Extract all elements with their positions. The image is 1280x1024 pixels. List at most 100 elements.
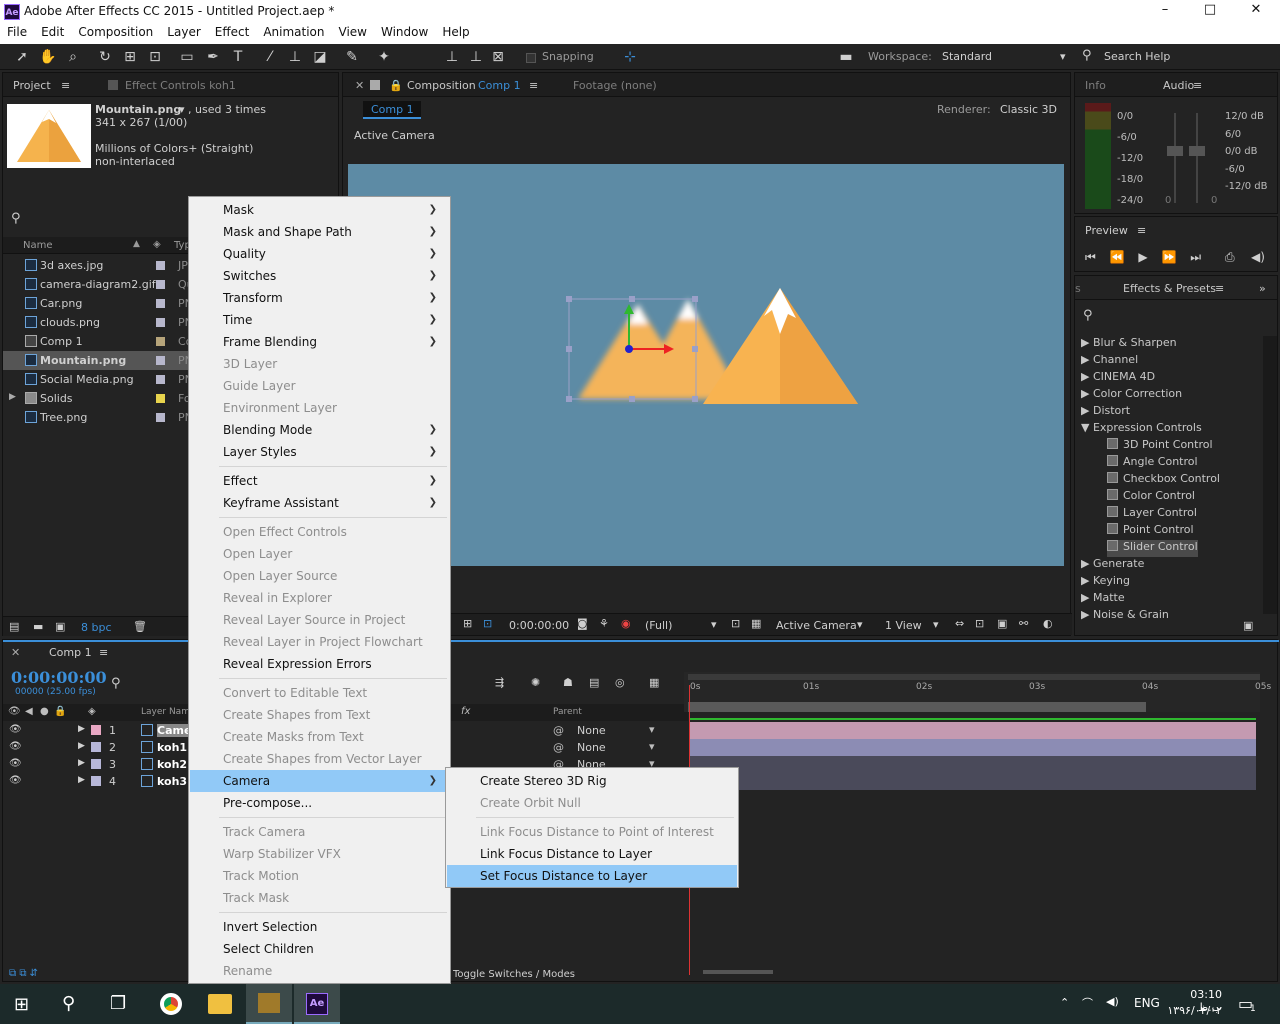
language-indicator[interactable]: ENG xyxy=(1134,996,1160,1010)
layer-bar-koh1[interactable] xyxy=(689,739,1256,756)
visibility-eye-icon[interactable]: 👁 xyxy=(9,758,22,769)
effect-category[interactable]: ▶ Keying xyxy=(1081,574,1130,591)
comp-viewer[interactable] xyxy=(348,164,1064,566)
type-tool-icon[interactable]: T xyxy=(228,47,248,67)
motion-blur-icon[interactable]: ◎ xyxy=(615,676,625,689)
panel-menu-icon[interactable]: ≡ xyxy=(61,79,70,92)
snap-icon[interactable]: ⊹ xyxy=(620,47,640,67)
zoom-slider[interactable] xyxy=(703,970,773,974)
project-item[interactable]: ▶ Solids Fo xyxy=(3,389,191,408)
tab-effects-presets[interactable]: Effects & Presets xyxy=(1123,282,1216,295)
volume-icon[interactable]: ◀) xyxy=(1106,995,1119,1008)
collapsed-arrow-icon[interactable]: ▶ xyxy=(1081,336,1093,349)
new-folder-icon[interactable]: ▬ xyxy=(33,620,43,633)
zoom-tool-icon[interactable]: ⌕ xyxy=(63,47,83,67)
effect-item[interactable]: Point Control xyxy=(1107,523,1194,540)
parent-select[interactable]: @ None ▾ xyxy=(553,722,663,739)
selection-tool-icon[interactable]: ➚ xyxy=(12,47,32,67)
roto-brush-tool-icon[interactable]: ✎ xyxy=(342,47,362,67)
menu-composition[interactable]: Composition xyxy=(71,24,160,44)
tab-preview[interactable]: Preview xyxy=(1085,224,1128,237)
label-color-swatch[interactable] xyxy=(156,394,165,403)
menu-item-blending-mode[interactable]: Blending Mode ❯ xyxy=(190,419,449,441)
project-item[interactable]: Social Media.png PN xyxy=(3,370,193,389)
windows-start-icon[interactable]: ⊞ xyxy=(14,994,29,1015)
menu-item-mask-and-shape-path[interactable]: Mask and Shape Path ❯ xyxy=(190,221,449,243)
menu-item-link-focus-distance-to-layer[interactable]: Link Focus Distance to Layer xyxy=(447,843,737,865)
effect-item[interactable]: Color Control xyxy=(1107,489,1195,506)
collapsed-arrow-icon[interactable]: ▶ xyxy=(1081,370,1093,383)
effect-category[interactable]: ▶ Generate xyxy=(1081,557,1144,574)
close-tab-icon[interactable]: ✕ xyxy=(355,79,364,92)
collapsed-arrow-icon[interactable]: ▶ xyxy=(1081,574,1093,587)
transparency-grid-icon[interactable]: ⊡ xyxy=(483,617,492,630)
frame-blending-icon[interactable]: ▤ xyxy=(589,676,599,689)
visibility-eye-icon[interactable]: 👁 xyxy=(9,741,22,752)
visibility-eye-icon[interactable]: 👁 xyxy=(9,775,22,786)
timeline-layer-row[interactable]: 👁 ▶ 3 koh2 xyxy=(3,756,191,773)
effect-item[interactable]: Checkbox Control xyxy=(1107,472,1220,489)
menu-item-reveal-expression-errors[interactable]: Reveal Expression Errors xyxy=(190,653,449,675)
effect-category[interactable]: ▶ Channel xyxy=(1081,353,1138,370)
work-area[interactable] xyxy=(688,702,1146,712)
camera-tool-icon[interactable]: ⊞ xyxy=(120,47,140,67)
effect-category[interactable]: ▶ Blur & Sharpen xyxy=(1081,336,1177,353)
current-time-display[interactable]: 0:00:00:00 xyxy=(509,619,569,632)
effect-category[interactable]: ▶ CINEMA 4D xyxy=(1081,370,1155,387)
menu-item-set-focus-distance-to-layer[interactable]: Set Focus Distance to Layer xyxy=(447,865,737,887)
camera-view-select[interactable]: Active Camera xyxy=(776,619,857,632)
pan-behind-tool-icon[interactable]: ⊡ xyxy=(145,47,165,67)
layer-bar-koh2[interactable] xyxy=(689,756,1256,773)
label-color-swatch[interactable] xyxy=(156,413,165,422)
label-color-swatch[interactable] xyxy=(156,261,165,270)
last-frame-icon[interactable]: ⏭ xyxy=(1190,250,1201,264)
timeline-layer-row[interactable]: 👁 ▶ 1 Came xyxy=(3,722,192,739)
views-chevron-icon[interactable]: ▾ xyxy=(933,618,939,631)
menu-item-switches[interactable]: Switches ❯ xyxy=(190,265,449,287)
project-item[interactable]: camera-diagram2.gif Qu xyxy=(3,275,194,294)
time-ruler[interactable]: 0s 01s 02s 03s 04s 05s xyxy=(684,672,1271,712)
expand-arrow-icon[interactable]: ▶ xyxy=(78,741,85,751)
resolution-select[interactable]: (Full) xyxy=(645,619,672,632)
timeline-icon[interactable]: ▣ xyxy=(997,617,1007,630)
layer-bar-camera[interactable] xyxy=(689,722,1256,739)
menu-item-time[interactable]: Time ❯ xyxy=(190,309,449,331)
snapshot-icon[interactable]: ◙ xyxy=(577,617,588,630)
camera-chevron-icon[interactable]: ▾ xyxy=(857,618,863,631)
view-layout-select[interactable]: 1 View xyxy=(885,619,922,632)
menu-window[interactable]: Window xyxy=(374,24,435,44)
toggle-pixel-icon[interactable]: ⇔ xyxy=(955,617,964,630)
fast-preview-icon[interactable]: ⊡ xyxy=(975,617,984,630)
more-panels-icon[interactable]: » xyxy=(1259,282,1266,295)
file-explorer-icon[interactable] xyxy=(208,994,232,1014)
rectangle-tool-icon[interactable]: ▭ xyxy=(177,47,197,67)
tab-audio[interactable]: Audio xyxy=(1163,79,1194,92)
layer-label-swatch[interactable] xyxy=(91,725,101,735)
effects-search-icon[interactable]: ⚲ xyxy=(1083,308,1093,323)
minimize-button[interactable]: – xyxy=(1145,2,1185,17)
label-color-swatch[interactable] xyxy=(156,280,165,289)
col-name[interactable]: Name xyxy=(23,240,53,251)
layer-label-swatch[interactable] xyxy=(91,776,101,786)
menu-item-mask[interactable]: Mask ❯ xyxy=(190,199,449,221)
effects-trash-icon[interactable]: ▣ xyxy=(1243,619,1253,632)
menu-item-frame-blending[interactable]: Frame Blending ❯ xyxy=(190,331,449,353)
interpret-footage-icon[interactable]: ▤ xyxy=(9,620,19,633)
layer-label-swatch[interactable] xyxy=(91,759,101,769)
effect-category[interactable]: ▶ Distort xyxy=(1081,404,1130,421)
timeline-layer-row[interactable]: 👁 ▶ 4 koh3 xyxy=(3,773,191,790)
menu-animation[interactable]: Animation xyxy=(256,24,331,44)
rotate-tool-icon[interactable]: ↻ xyxy=(95,47,115,67)
show-snapshot-icon[interactable]: ⚘ xyxy=(599,617,609,630)
menu-file[interactable]: File xyxy=(0,24,34,44)
volume-slider-left[interactable] xyxy=(1165,113,1185,203)
tab-timeline-comp[interactable]: Comp 1 xyxy=(49,646,92,659)
layer-bar-koh3[interactable] xyxy=(689,773,1256,790)
effect-category[interactable]: ▶ Color Correction xyxy=(1081,387,1182,404)
expand-arrow-icon[interactable]: ▶ xyxy=(78,724,85,734)
brush-tool-icon[interactable]: ⁄ xyxy=(260,47,280,67)
world-axis-icon[interactable]: ⊥ xyxy=(466,47,486,67)
view-axis-icon[interactable]: ⊠ xyxy=(488,47,508,67)
workspace-toggle-icon[interactable]: ▬ xyxy=(836,47,856,67)
renderer-value[interactable]: Classic 3D xyxy=(1000,103,1057,116)
